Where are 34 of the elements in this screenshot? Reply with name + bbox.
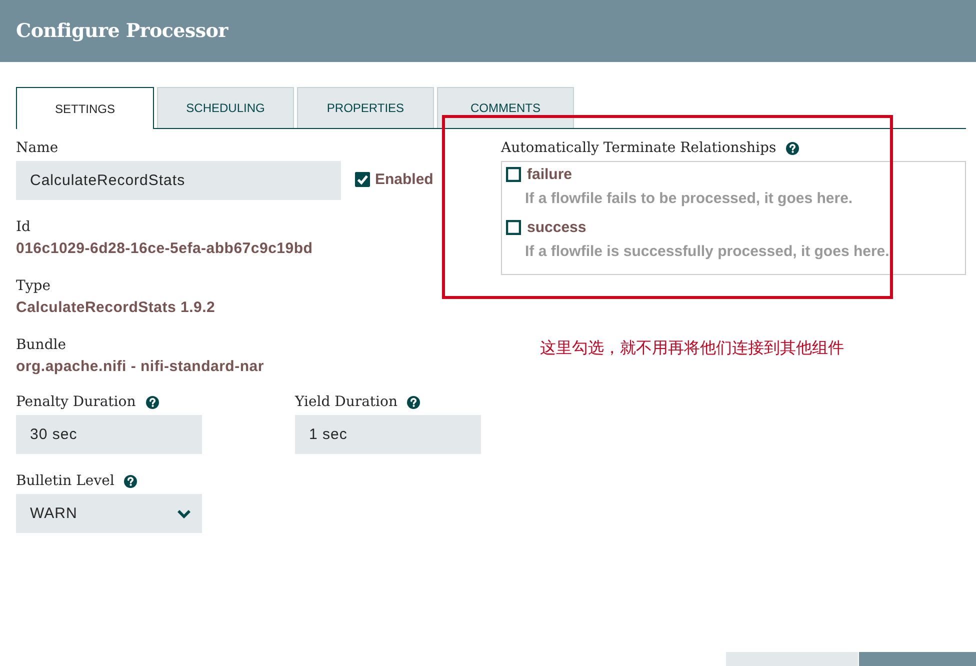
checkbox[interactable]	[355, 172, 370, 187]
bulletin-level-select[interactable]: WARN	[16, 494, 202, 533]
field-label: Penalty Duration	[16, 393, 136, 411]
duration-field[interactable]: 1 sec	[295, 415, 481, 454]
tab[interactable]: SETTINGS	[16, 87, 154, 129]
field-label: Name	[16, 139, 58, 157]
chevron-down-icon	[177, 508, 191, 518]
help-icon[interactable]	[124, 474, 138, 488]
help-icon[interactable]	[407, 396, 420, 408]
annotation-text: 这里勾选，就不用再将他们连接到其他组件	[540, 339, 844, 359]
relationship-name: success	[527, 218, 586, 236]
checkbox-label: Enabled	[375, 171, 434, 188]
relationship-description: If a flowfile fails to be processed, it goes here.	[525, 189, 854, 209]
field-value: org.apache.nifi - nifi-standard-nar	[16, 357, 264, 377]
relationship-description: If a flowfile is successfully processed, it goes here.	[525, 242, 890, 262]
relationship-name: failure	[527, 166, 572, 182]
field-value: 016c1029-6d28-16ce-5efa-abb67c9c19bd	[16, 239, 313, 259]
field-label: Type	[16, 277, 50, 295]
field-label: Bulletin Level	[16, 472, 114, 490]
duration-field[interactable]: 30 sec	[16, 415, 202, 454]
section-title: Automatically Terminate Relationships	[501, 139, 776, 157]
name-field[interactable]: CalculateRecordStats	[16, 161, 341, 200]
field-label: Id	[16, 218, 30, 236]
tab[interactable]: COMMENTS	[437, 87, 574, 128]
dialog-title: Configure Processor	[16, 20, 228, 42]
tab[interactable]: PROPERTIES	[297, 87, 434, 128]
help-icon[interactable]	[786, 142, 800, 154]
checkbox[interactable]	[506, 220, 521, 234]
field-label: Yield Duration	[295, 393, 398, 411]
field-value: CalculateRecordStats 1.9.2	[16, 298, 216, 318]
field-label: Bundle	[16, 336, 66, 354]
help-icon[interactable]	[146, 396, 159, 408]
checkbox[interactable]	[506, 166, 521, 182]
tab[interactable]: SCHEDULING	[157, 87, 294, 128]
